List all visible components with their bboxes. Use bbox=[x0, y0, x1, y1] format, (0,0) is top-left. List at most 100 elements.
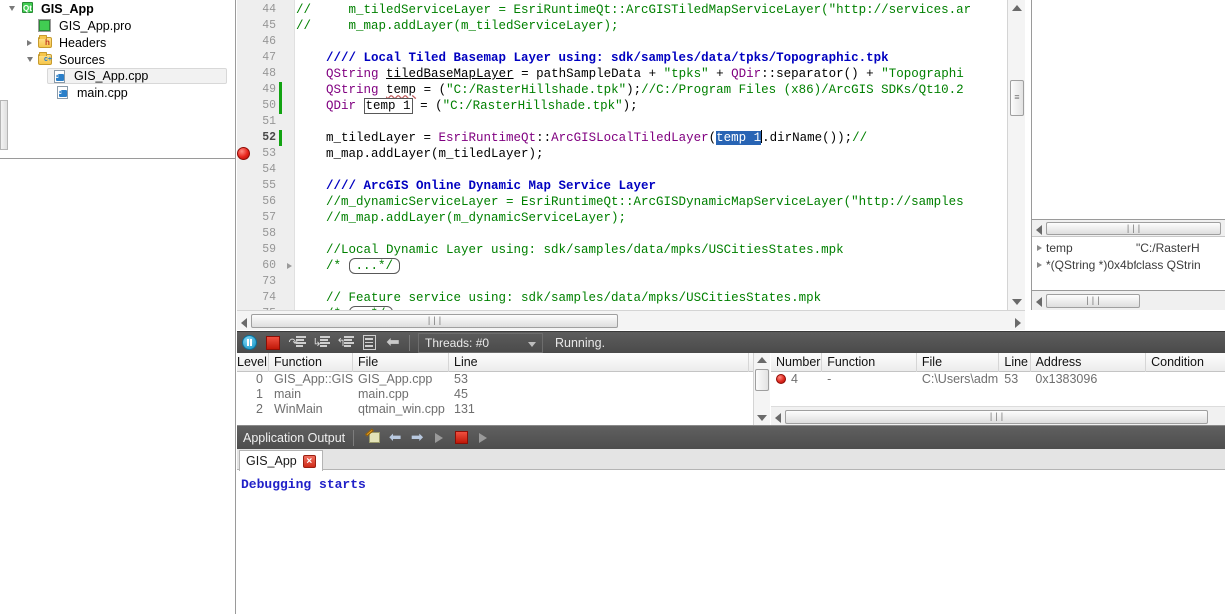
code-line[interactable]: //m_dynamicServiceLayer = EsriRuntimeQt:… bbox=[296, 194, 964, 210]
locals-bottom-scrollbar[interactable]: ||| bbox=[1032, 290, 1225, 310]
left-scrollbar-fragment[interactable] bbox=[0, 100, 8, 150]
tree-item-main-cpp[interactable]: c main.cpp bbox=[36, 84, 235, 101]
code-editor[interactable]: 4445464748495051525354555657585960737475… bbox=[237, 0, 1025, 310]
code-line[interactable]: QDir temp 1 = ("C:/RasterHillshade.tpk")… bbox=[296, 98, 638, 114]
gutter-line-number[interactable]: 74 bbox=[237, 290, 295, 306]
tree-item-sources[interactable]: c+ Sources bbox=[18, 51, 235, 68]
step-into-button[interactable]: ↳ bbox=[309, 332, 333, 354]
bp-col-function[interactable]: Function bbox=[822, 352, 917, 372]
tree-item-gis-app-cpp[interactable]: c GIS_App.cpp bbox=[47, 68, 227, 84]
locals-row[interactable]: temp "C:/RasterH bbox=[1032, 240, 1225, 256]
gutter-line-number[interactable]: 49 bbox=[237, 82, 295, 98]
tree-item-headers[interactable]: h Headers bbox=[18, 34, 235, 51]
code-line[interactable]: // m_map.addLayer(m_tiledServiceLayer); bbox=[296, 18, 619, 34]
tree-item-gis-app[interactable]: Qt GIS_App bbox=[0, 0, 235, 17]
operate-by-instruction-button[interactable] bbox=[357, 332, 381, 354]
breakpoints-horizontal-scrollbar[interactable]: ||| bbox=[771, 406, 1225, 425]
stack-col-file[interactable]: File bbox=[353, 352, 449, 372]
scroll-left-arrow-icon[interactable] bbox=[241, 318, 247, 328]
tree-item-gis-app-pro[interactable]: GIS_App.pro bbox=[18, 17, 235, 34]
debug-toolbar[interactable]: ↷ ↳ ↰ ⬅ Threads: #0 Running. bbox=[237, 331, 1225, 353]
gutter-line-number[interactable]: 46 bbox=[237, 34, 295, 50]
gutter-line-number[interactable]: 47 bbox=[237, 50, 295, 66]
gutter-line-number[interactable]: 54 bbox=[237, 162, 295, 178]
step-back-button[interactable]: ⬅ bbox=[381, 332, 405, 354]
stack-table-row[interactable]: 1 main main.cpp 45 bbox=[237, 387, 769, 402]
scroll-up-arrow-icon[interactable] bbox=[1012, 5, 1022, 11]
run-button[interactable] bbox=[428, 426, 450, 449]
scroll-up-arrow-icon[interactable] bbox=[757, 357, 767, 363]
stack-vertical-scrollbar[interactable] bbox=[753, 353, 770, 425]
gutter-line-number[interactable]: 59 bbox=[237, 242, 295, 258]
code-line[interactable]: // Feature service using: sdk/samples/da… bbox=[296, 290, 821, 306]
editor-gutter[interactable]: 4445464748495051525354555657585960737475 bbox=[237, 0, 295, 310]
bp-col-address[interactable]: Address bbox=[1031, 352, 1147, 372]
rerun-button[interactable] bbox=[472, 426, 494, 449]
output-tab-gis-app[interactable]: GIS_App × bbox=[239, 450, 323, 471]
gutter-line-number[interactable]: 44 bbox=[237, 2, 295, 18]
scroll-down-arrow-icon[interactable] bbox=[757, 415, 767, 421]
twisty-closed-icon[interactable] bbox=[27, 39, 32, 46]
breakpoint-marker-icon[interactable] bbox=[237, 147, 250, 160]
application-output-panel[interactable]: Application Output ⬅ ➡ GIS_App × Debuggi… bbox=[237, 425, 1225, 614]
bp-col-condition[interactable]: Condition bbox=[1146, 353, 1225, 372]
editor-hscroll-thumb[interactable]: ||| bbox=[251, 314, 618, 328]
threads-selector[interactable]: Threads: #0 bbox=[418, 332, 543, 353]
gutter-line-number[interactable]: 56 bbox=[237, 194, 295, 210]
stop-debugger-button[interactable] bbox=[261, 332, 285, 354]
editor-vscroll-thumb[interactable]: ≡ bbox=[1010, 80, 1024, 116]
tree-twisty[interactable] bbox=[22, 57, 37, 62]
code-line[interactable]: QString tiledBaseMapLayer = pathSampleDa… bbox=[296, 66, 964, 82]
gutter-line-number[interactable]: 48 bbox=[237, 66, 295, 82]
stack-col-line[interactable]: Line bbox=[449, 352, 749, 372]
gutter-line-number[interactable]: 55 bbox=[237, 178, 295, 194]
fold-expand-icon[interactable] bbox=[287, 263, 292, 269]
close-icon[interactable]: × bbox=[302, 454, 316, 468]
application-output-toolbar[interactable]: Application Output ⬅ ➡ bbox=[237, 426, 1225, 449]
tree-twisty[interactable] bbox=[4, 6, 19, 11]
code-line[interactable]: //m_map.addLayer(m_dynamicServiceLayer); bbox=[296, 210, 626, 226]
code-line[interactable]: // m_tiledServiceLayer = EsriRuntimeQt::… bbox=[296, 2, 971, 18]
code-line[interactable]: /* ...*/ bbox=[296, 258, 401, 274]
scroll-down-arrow-icon[interactable] bbox=[1012, 299, 1022, 305]
scroll-left-arrow-icon[interactable] bbox=[775, 413, 781, 423]
gutter-line-number[interactable]: 45 bbox=[237, 18, 295, 34]
stack-col-level[interactable]: Level bbox=[237, 352, 269, 372]
gutter-line-number[interactable]: 51 bbox=[237, 114, 295, 130]
step-over-button[interactable]: ↷ bbox=[285, 332, 309, 354]
stack-table-row[interactable]: 2 WinMain qtmain_win.cpp 131 bbox=[237, 402, 769, 417]
stack-vscroll-thumb[interactable] bbox=[755, 369, 769, 391]
locals-bottom-scroll-thumb[interactable]: ||| bbox=[1046, 294, 1140, 308]
twisty-open-icon[interactable] bbox=[26, 57, 33, 62]
scroll-left-arrow-icon[interactable] bbox=[1036, 297, 1042, 307]
continue-pause-button[interactable] bbox=[237, 332, 261, 354]
scroll-right-arrow-icon[interactable] bbox=[1015, 318, 1021, 328]
expand-icon[interactable] bbox=[1032, 245, 1046, 251]
expand-icon[interactable] bbox=[1032, 262, 1046, 268]
code-line[interactable]: QString temp = ("C:/RasterHillshade.tpk"… bbox=[296, 82, 964, 98]
code-line[interactable]: m_map.addLayer(m_tiledLayer); bbox=[296, 146, 544, 162]
bp-col-file[interactable]: File bbox=[917, 352, 1000, 372]
locals-top-scroll-thumb[interactable]: ||| bbox=[1046, 222, 1221, 235]
stack-panel[interactable]: Level Function File Line 0 GIS_App::GIS_A… bbox=[237, 352, 770, 425]
step-out-button[interactable]: ↰ bbox=[333, 332, 357, 354]
next-item-button[interactable]: ➡ bbox=[406, 426, 428, 449]
code-line[interactable]: //// ArcGIS Online Dynamic Map Service L… bbox=[296, 178, 656, 194]
gutter-line-number[interactable]: 57 bbox=[237, 210, 295, 226]
code-line[interactable]: m_tiledLayer = EsriRuntimeQt::ArcGISLoca… bbox=[296, 130, 867, 146]
edit-output-button[interactable] bbox=[362, 426, 384, 449]
stop-output-button[interactable] bbox=[450, 426, 472, 449]
locals-row[interactable]: *(QString *)0x4bf7...class QStrin bbox=[1032, 257, 1225, 273]
editor-vertical-scrollbar[interactable]: ≡ bbox=[1007, 0, 1025, 310]
code-line[interactable]: //Local Dynamic Layer using: sdk/samples… bbox=[296, 242, 844, 258]
project-tree-panel[interactable]: Qt GIS_App GIS_App.pro h Headers c+ Sources c GI… bbox=[0, 0, 236, 614]
editor-horizontal-scrollbar[interactable]: ||| bbox=[237, 310, 1025, 330]
scroll-left-arrow-icon[interactable] bbox=[1036, 225, 1042, 235]
gutter-line-number[interactable]: 58 bbox=[237, 226, 295, 242]
twisty-open-icon[interactable] bbox=[8, 6, 15, 11]
gutter-line-number[interactable]: 52 bbox=[237, 130, 295, 146]
bp-col-number[interactable]: Number bbox=[771, 352, 823, 372]
stack-table-row[interactable]: 0 GIS_App::GIS_App GIS_App.cpp 53 bbox=[237, 372, 769, 387]
bp-hscroll-thumb[interactable]: ||| bbox=[785, 410, 1208, 424]
prev-item-button[interactable]: ⬅ bbox=[384, 426, 406, 449]
